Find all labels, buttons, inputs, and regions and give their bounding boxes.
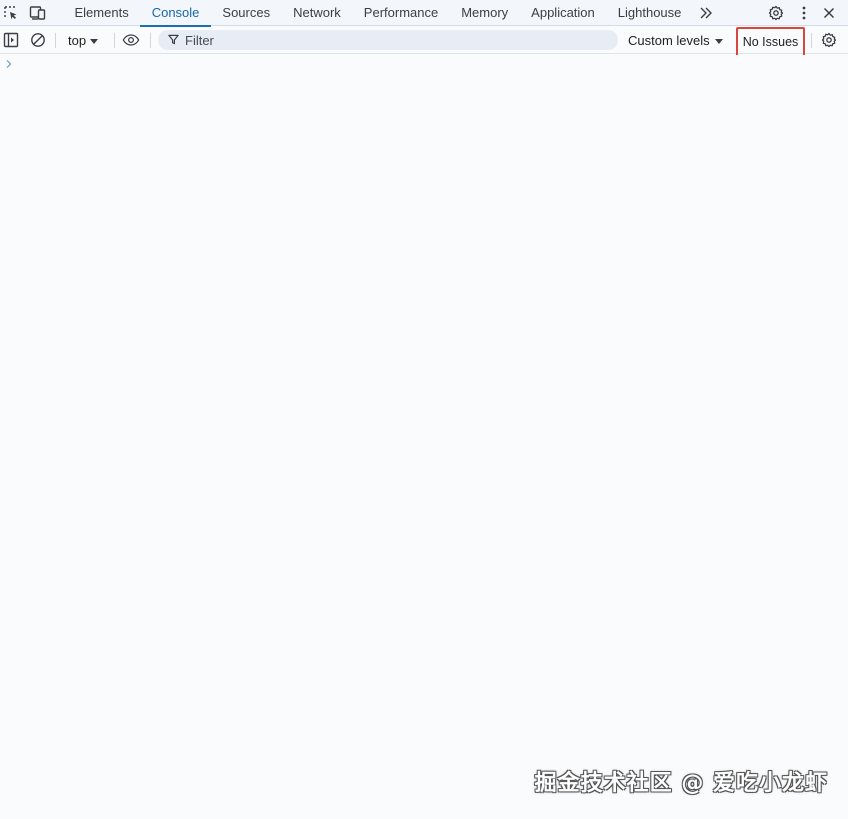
context-selector-label: top [68,33,87,48]
double-chevron-right-icon[interactable] [697,4,715,22]
issues-counter-label: No Issues [742,35,799,49]
sidebar-toggle-icon[interactable] [2,31,20,49]
tab-application[interactable]: Application [520,0,607,26]
devtools-window: Elements Console Sources Network Perform… [0,0,848,819]
log-levels-dropdown[interactable]: Custom levels [622,31,729,50]
chevron-right-icon [4,58,14,70]
console-toolbar: top Custom levels No Issues [0,27,848,57]
filter-funnel-icon [168,33,179,48]
filter-box[interactable] [158,30,618,50]
tab-lighthouse[interactable]: Lighthouse [606,0,693,26]
tab-elements[interactable]: Elements [63,0,140,26]
gear-icon[interactable] [767,4,785,22]
inspect-element-icon[interactable] [2,4,20,22]
watermark: 掘金技术社区 @ 爱吃小龙虾 [534,771,828,796]
log-levels-label: Custom levels [628,33,710,48]
tab-memory[interactable]: Memory [450,0,520,26]
toolbar-divider [811,33,812,48]
issues-counter-button[interactable]: No Issues [736,27,805,57]
tab-console[interactable]: Console [140,0,211,27]
close-icon[interactable] [820,4,838,22]
live-expression-eye-icon[interactable] [122,31,140,49]
context-selector[interactable]: top [62,31,104,50]
toolbar-divider [55,33,56,48]
toolbar-divider [114,33,115,48]
caret-down-icon [90,38,99,44]
caret-down-icon [714,38,723,44]
panel-tabs: Elements Console Sources Network Perform… [63,0,693,27]
toolbar-divider [150,33,151,48]
tab-sources[interactable]: Sources [211,0,282,26]
kebab-menu-icon[interactable] [795,4,813,22]
tab-bar: Elements Console Sources Network Perform… [0,0,848,27]
tab-performance[interactable]: Performance [352,0,449,26]
device-toolbar-icon[interactable] [29,4,47,22]
console-settings-gear-icon[interactable] [820,31,838,49]
tab-network[interactable]: Network [282,0,353,26]
console-output[interactable]: 掘金技术社区 @ 爱吃小龙虾 [0,55,848,819]
filter-input[interactable] [185,32,605,48]
clear-console-icon[interactable] [29,31,47,49]
